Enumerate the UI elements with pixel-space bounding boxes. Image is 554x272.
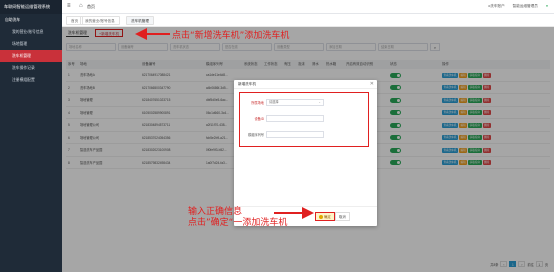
annotation-top: 点击“新增洗车机”添加洗车机 bbox=[172, 31, 290, 41]
annotation-bottom-line2: 点击”确定“一添加洗车机 bbox=[188, 218, 288, 228]
annotation-bottom-line1: 输入正确信息 bbox=[188, 207, 243, 217]
annotation-bottom: 输入正确信息 点击”确定“一添加洗车机 bbox=[188, 207, 287, 229]
